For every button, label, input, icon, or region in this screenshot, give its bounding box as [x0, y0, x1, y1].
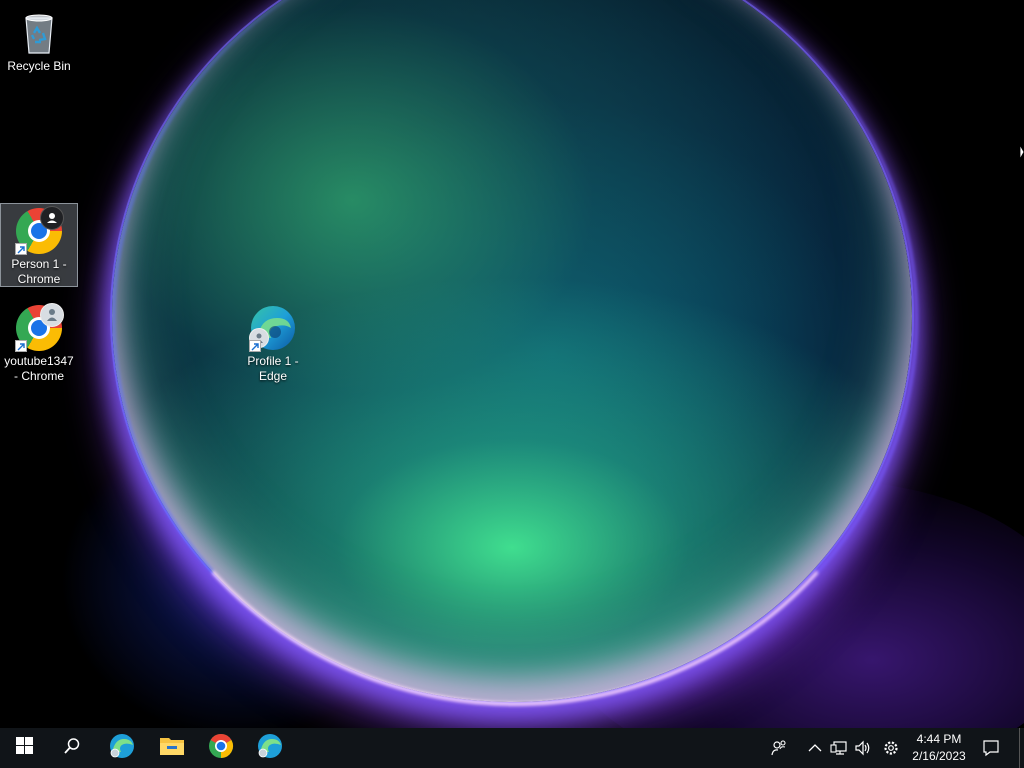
desktop-icon-label: Recycle Bin: [7, 59, 71, 73]
start-button[interactable]: [0, 728, 48, 768]
desktop-icon-label: Person 1 - Chrome: [11, 257, 67, 286]
desktop: Recycle Bin Person 1 - Chrome youtube134…: [0, 0, 1024, 728]
profile-avatar-icon: [40, 206, 64, 230]
desktop-icon-person1-chrome[interactable]: Person 1 - Chrome: [0, 203, 78, 287]
recycle-bin-icon: [15, 9, 63, 57]
desktop-icon-youtube1347-chrome[interactable]: youtube1347 - Chrome: [1, 301, 77, 386]
mouse-cursor-icon: [1019, 143, 1024, 165]
volume-icon[interactable]: [853, 738, 873, 758]
chrome-icon: [15, 303, 64, 352]
taskbar-edge-button[interactable]: [98, 728, 146, 768]
taskbar: 4:44 PM 2/16/2023: [0, 728, 1024, 768]
clock-date: 2/16/2023: [912, 749, 966, 763]
people-icon[interactable]: [769, 738, 789, 758]
shortcut-arrow-icon: [249, 340, 261, 352]
clock-time: 4:44 PM: [916, 732, 962, 746]
search-icon: [63, 737, 81, 760]
edge-icon: [109, 733, 135, 764]
shortcut-arrow-icon: [15, 340, 27, 352]
search-button[interactable]: [48, 728, 96, 768]
desktop-icon-profile1-edge[interactable]: Profile 1 - Edge: [235, 301, 311, 386]
system-clock[interactable]: 4:44 PM 2/16/2023: [906, 731, 972, 765]
edge-icon: [249, 304, 297, 352]
edge-icon: [257, 733, 283, 764]
notification-icon[interactable]: [981, 738, 1001, 758]
taskbar-file-explorer-button[interactable]: [148, 728, 196, 768]
show-desktop-button[interactable]: [1019, 728, 1024, 768]
folder-icon: [159, 735, 185, 762]
chevron-up-icon[interactable]: [805, 738, 825, 758]
profile-avatar-icon: [40, 303, 64, 327]
taskbar-chrome-button[interactable]: [197, 728, 245, 768]
shortcut-arrow-icon: [15, 243, 27, 255]
chrome-icon: [15, 206, 64, 255]
chrome-icon: [208, 733, 234, 764]
desktop-icon-label: Profile 1 - Edge: [247, 354, 299, 383]
gear-icon[interactable]: [881, 738, 901, 758]
desktop-icon-label: youtube1347 - Chrome: [4, 354, 74, 383]
taskbar-edge-profile-button[interactable]: [246, 728, 294, 768]
desktop-icon-recycle-bin[interactable]: Recycle Bin: [1, 6, 77, 76]
windows-start-icon: [15, 737, 33, 759]
network-icon[interactable]: [829, 738, 849, 758]
